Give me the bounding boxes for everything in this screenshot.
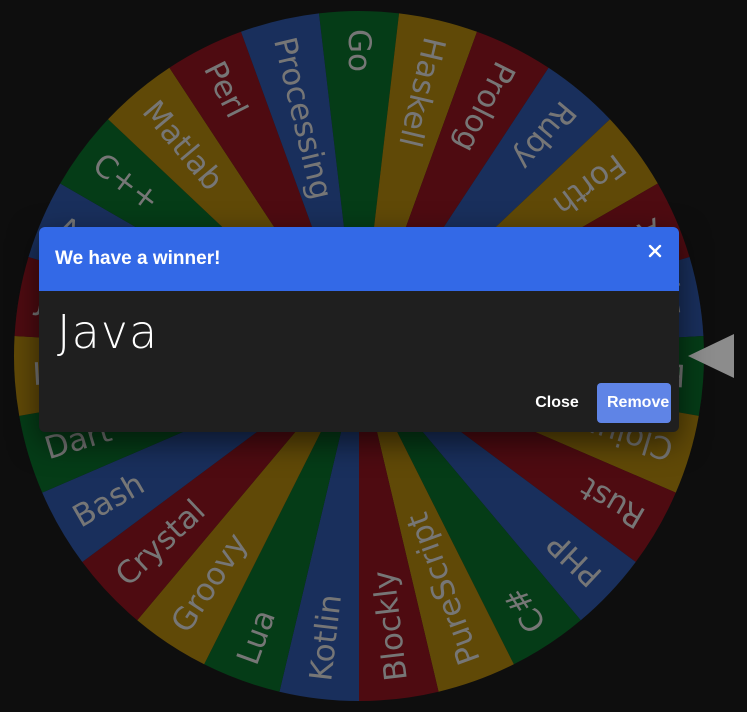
wheel-pointer-icon <box>688 334 734 378</box>
winner-name: Java <box>57 305 159 359</box>
dialog-title: We have a winner! <box>55 248 221 269</box>
close-button[interactable]: Close <box>525 383 589 423</box>
remove-button[interactable]: Remove <box>597 383 671 423</box>
winner-dialog: We have a winner! Java Close Remove <box>39 227 679 432</box>
dialog-header: We have a winner! <box>39 227 679 291</box>
close-icon[interactable] <box>645 241 665 261</box>
